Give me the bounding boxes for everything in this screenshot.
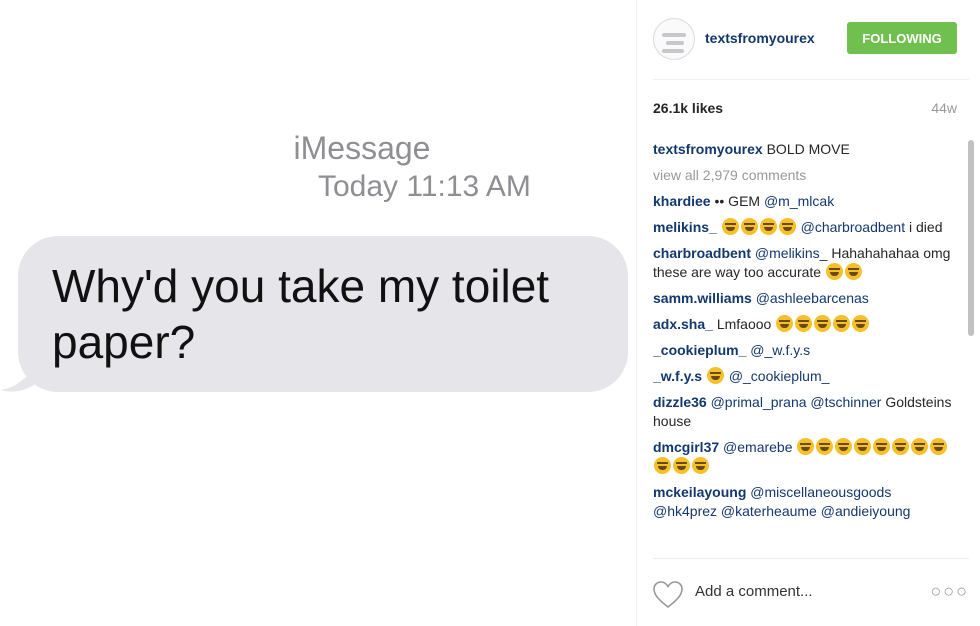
caption-author[interactable]: textsfromyourex	[653, 141, 763, 157]
comment-author[interactable]: melikins_	[653, 219, 717, 235]
laughing-emoji-icon	[706, 367, 725, 384]
comment-author[interactable]: charbroadbent	[653, 245, 751, 261]
post-image: iMessage Today 11:13 AM Why'd you take m…	[0, 0, 636, 626]
comment-mention[interactable]: @primal_prana @tschinner	[711, 394, 882, 410]
comment-author[interactable]: _w.f.y.s	[653, 368, 702, 384]
comment-author[interactable]: dmcgirl37	[653, 439, 719, 455]
message-text: Why'd you take my toilet paper?	[52, 260, 550, 368]
caption: textsfromyourex BOLD MOVE	[653, 140, 953, 159]
username-link[interactable]: textsfromyourex	[705, 30, 815, 46]
comment-item: mckeilayoung @miscellaneousgoods @hk4pre…	[653, 483, 953, 521]
likes-count[interactable]: 26.1k likes	[653, 100, 723, 116]
comment-text: i died	[909, 219, 943, 235]
comment-mention[interactable]: @charbroadbent	[801, 219, 906, 235]
scrollbar-thumb[interactable]	[968, 140, 974, 336]
ellipsis-icon[interactable]: ○○○	[930, 581, 969, 602]
comment-item: _w.f.y.s @_cookieplum_	[653, 367, 953, 386]
comment-author[interactable]: dizzle36	[653, 394, 707, 410]
comment-text: Lmfaooo	[716, 316, 772, 332]
comment-mention[interactable]: @ashleebarcenas	[756, 290, 869, 306]
comment-item: samm.williams @ashleebarcenas	[653, 289, 953, 308]
comment-mention[interactable]: @_cookieplum_	[729, 368, 830, 384]
comment-item: khardiee •• GEM @m_mlcak	[653, 192, 953, 211]
comment-item: dmcgirl37 @emarebe	[653, 438, 953, 476]
laughing-emoji-icon	[775, 315, 870, 332]
comment-author[interactable]: mckeilayoung	[653, 484, 746, 500]
add-comment-input[interactable]: Add a comment...	[695, 583, 813, 600]
comment-mention[interactable]: @melikins_	[755, 245, 828, 261]
comment-item: charbroadbent @melikins_ Hahahahahaa omg…	[653, 244, 953, 282]
heart-icon[interactable]	[653, 581, 683, 609]
message-timestamp: Today 11:13 AM	[318, 170, 531, 203]
view-all-comments-link[interactable]: view all 2,979 comments	[653, 166, 953, 185]
following-button[interactable]: FOLLOWING	[847, 22, 957, 54]
comment-item: adx.sha_ Lmfaooo	[653, 315, 953, 334]
comment-item: _cookieplum_ @_w.f.y.s	[653, 341, 953, 360]
bubble-tail	[0, 350, 40, 392]
comment-bar: Add a comment... ○○○	[653, 558, 969, 626]
comments-list: textsfromyourex BOLD MOVE view all 2,979…	[653, 140, 953, 556]
laughing-emoji-icon	[721, 218, 797, 235]
comment-mention[interactable]: @_w.f.y.s	[750, 342, 810, 358]
post-header: textsfromyourex FOLLOWING	[653, 16, 969, 80]
comment-mention[interactable]: @m_mlcak	[764, 193, 834, 209]
comment-author[interactable]: khardiee	[653, 193, 711, 209]
caption-text: BOLD MOVE	[766, 141, 850, 157]
comment-item: melikins_ @charbroadbent i died	[653, 218, 953, 237]
comment-mention[interactable]: @emarebe	[723, 439, 792, 455]
comment-author[interactable]: adx.sha_	[653, 316, 713, 332]
comment-author[interactable]: _cookieplum_	[653, 342, 746, 358]
comments-scrollbar[interactable]	[967, 140, 975, 556]
post-sidebar: textsfromyourex FOLLOWING 26.1k likes 44…	[636, 0, 980, 626]
post-meta: 26.1k likes 44w	[653, 100, 969, 116]
comment-item: dizzle36 @primal_prana @tschinner Goldst…	[653, 393, 953, 431]
comment-author[interactable]: samm.williams	[653, 290, 752, 306]
avatar[interactable]	[653, 18, 695, 60]
post-age[interactable]: 44w	[931, 100, 957, 116]
comment-text: •• GEM	[714, 193, 761, 209]
imessage-label: iMessage	[293, 130, 431, 166]
laughing-emoji-icon	[825, 263, 863, 280]
